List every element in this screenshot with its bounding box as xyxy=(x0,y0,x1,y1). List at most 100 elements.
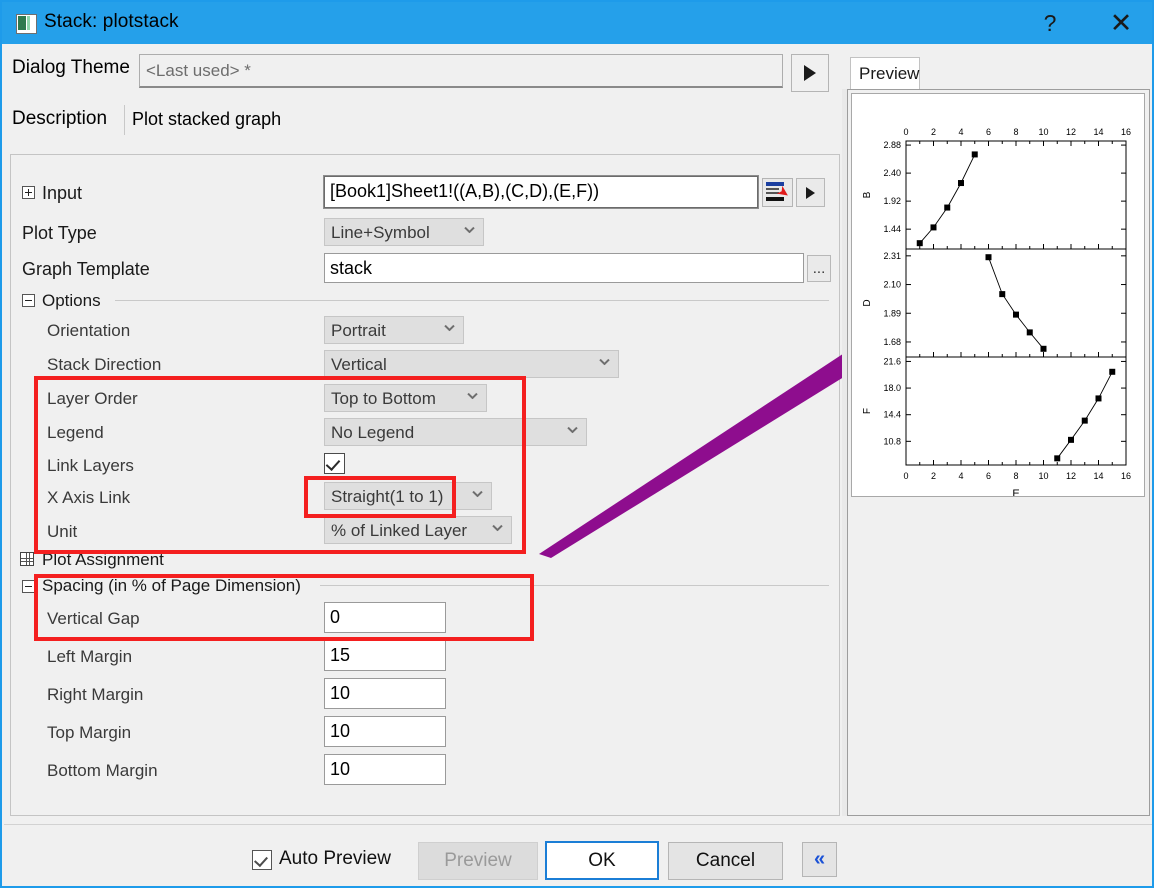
graph-template-label: Graph Template xyxy=(22,259,150,279)
input-field[interactable]: [Book1]Sheet1!((A,B),(C,D),(E,F)) xyxy=(324,176,758,208)
svg-text:1.92: 1.92 xyxy=(883,196,901,206)
top-margin-field[interactable]: 10 xyxy=(324,716,446,747)
chevron-down-icon xyxy=(465,229,474,238)
legend-select[interactable]: No Legend xyxy=(324,418,587,446)
chevron-down-icon xyxy=(445,327,454,336)
svg-text:2.10: 2.10 xyxy=(883,280,901,290)
svg-text:2.31: 2.31 xyxy=(883,251,901,261)
tab-preview-label: Preview xyxy=(859,64,920,83)
orientation-value: Portrait xyxy=(331,321,386,340)
top-margin-value: 10 xyxy=(330,721,351,741)
svg-text:6: 6 xyxy=(986,127,991,137)
input-label: Input xyxy=(42,183,83,203)
svg-text:2: 2 xyxy=(931,471,936,481)
link-layers-checkbox[interactable] xyxy=(324,453,345,474)
svg-text:2.88: 2.88 xyxy=(883,140,901,150)
check-icon xyxy=(254,852,268,868)
bottom-margin-field[interactable]: 10 xyxy=(324,754,446,785)
input-menu-button[interactable] xyxy=(796,178,825,207)
options-group-divider xyxy=(115,300,829,301)
unit-label: Unit xyxy=(47,522,78,541)
dialog-theme-value: <Last used> * xyxy=(146,61,251,80)
svg-text:21.6: 21.6 xyxy=(883,356,901,366)
data-selector-icon[interactable]: ➤ xyxy=(762,178,793,207)
plot-type-select[interactable]: Line+Symbol xyxy=(324,218,484,246)
graph-template-value: stack xyxy=(330,258,373,278)
left-margin-field[interactable]: 15 xyxy=(324,640,446,671)
graph-template-browse-button[interactable]: ... xyxy=(807,255,831,282)
orientation-select[interactable]: Portrait xyxy=(324,316,464,344)
svg-text:D: D xyxy=(862,299,873,306)
svg-text:2.40: 2.40 xyxy=(883,168,901,178)
svg-text:0: 0 xyxy=(903,471,908,481)
unit-value: % of Linked Layer xyxy=(331,521,468,540)
svg-text:18.0: 18.0 xyxy=(883,383,901,393)
cancel-button[interactable]: Cancel xyxy=(668,842,783,880)
left-margin-value: 15 xyxy=(330,645,351,665)
chevron-down-icon xyxy=(568,429,577,438)
svg-text:F: F xyxy=(862,408,873,414)
options-collapse-icon[interactable] xyxy=(22,294,35,307)
svg-text:E: E xyxy=(1012,488,1019,496)
link-layers-label: Link Layers xyxy=(47,456,134,475)
chevron-down-icon xyxy=(473,493,482,502)
vertical-gap-value: 0 xyxy=(330,607,341,627)
dialog-theme-field[interactable]: <Last used> * xyxy=(139,54,783,88)
svg-text:1.68: 1.68 xyxy=(883,337,901,347)
stack-direction-value: Vertical xyxy=(331,355,387,374)
svg-text:6: 6 xyxy=(986,471,991,481)
layer-order-value: Top to Bottom xyxy=(331,389,436,408)
unit-select[interactable]: % of Linked Layer xyxy=(324,516,512,544)
description-field: Plot stacked graph xyxy=(124,105,830,135)
theme-menu-button[interactable] xyxy=(791,54,829,92)
check-icon xyxy=(325,455,341,472)
auto-preview-checkbox[interactable] xyxy=(252,850,272,870)
triangle-right-icon xyxy=(804,65,816,81)
svg-text:1.44: 1.44 xyxy=(883,224,901,234)
right-margin-value: 10 xyxy=(330,683,351,703)
chevron-down-icon xyxy=(468,395,477,404)
svg-text:2: 2 xyxy=(931,127,936,137)
svg-text:8: 8 xyxy=(1013,127,1018,137)
x-axis-link-select[interactable]: Straight(1 to 1) xyxy=(324,482,492,510)
close-icon[interactable]: ✕ xyxy=(1092,2,1150,44)
legend-value: No Legend xyxy=(331,423,415,442)
description-value: Plot stacked graph xyxy=(132,109,282,129)
tab-preview[interactable]: Preview xyxy=(850,57,920,90)
svg-text:B: B xyxy=(862,191,873,198)
help-icon[interactable]: ? xyxy=(1022,2,1078,44)
svg-text:12: 12 xyxy=(1066,127,1076,137)
stack-graph-icon xyxy=(16,14,37,34)
svg-text:10.8: 10.8 xyxy=(883,436,901,446)
plot-type-label: Plot Type xyxy=(22,223,97,243)
chevron-down-icon xyxy=(493,527,502,536)
svg-text:10: 10 xyxy=(1038,471,1048,481)
stacked-graph-preview: 0 2 4 6 8 10 12 14 16 1.44 1.92 2.40 2.88 B 1.68 1.89 2.… xyxy=(862,127,1131,500)
ok-button[interactable]: OK xyxy=(545,841,659,880)
svg-text:4: 4 xyxy=(958,471,963,481)
right-margin-field[interactable]: 10 xyxy=(324,678,446,709)
svg-text:4: 4 xyxy=(958,127,963,137)
collapse-button[interactable]: « xyxy=(802,842,837,877)
plot-type-value: Line+Symbol xyxy=(331,223,430,242)
dialog-theme-label: Dialog Theme xyxy=(12,57,130,78)
stack-direction-select[interactable]: Vertical xyxy=(324,350,619,378)
preview-button[interactable]: Preview xyxy=(418,842,538,880)
options-group-label: Options xyxy=(42,291,101,310)
svg-text:14: 14 xyxy=(1093,471,1103,481)
svg-text:10: 10 xyxy=(1038,127,1048,137)
right-margin-label: Right Margin xyxy=(47,685,144,704)
graph-template-field[interactable]: stack xyxy=(324,253,804,283)
svg-text:14.4: 14.4 xyxy=(883,410,901,420)
chevron-down-icon xyxy=(600,361,609,370)
x-axis-link-label: X Axis Link xyxy=(47,488,131,507)
spacing-collapse-icon[interactable] xyxy=(22,580,35,593)
svg-text:12: 12 xyxy=(1066,471,1076,481)
vertical-gap-field[interactable]: 0 xyxy=(324,602,446,633)
svg-text:8: 8 xyxy=(1013,471,1018,481)
input-expand-icon[interactable] xyxy=(22,186,35,199)
plot-assignment-expand-icon[interactable] xyxy=(20,552,34,566)
title-bar: Stack: plotstack ? ✕ xyxy=(2,2,1152,44)
layer-order-select[interactable]: Top to Bottom xyxy=(324,384,487,412)
description-label: Description xyxy=(12,108,108,129)
